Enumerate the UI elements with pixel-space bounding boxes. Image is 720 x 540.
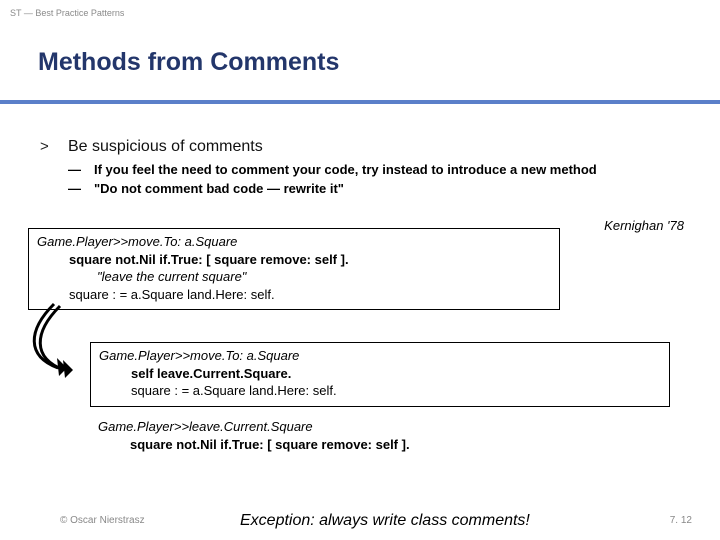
slide-title: Methods from Comments — [38, 48, 339, 77]
sub-dash: — — [68, 162, 94, 179]
code-signature: Game.Player>>move.To: a.Square — [37, 233, 551, 251]
code-line: square not.Nil if.True: [ square remove:… — [130, 436, 662, 454]
code-signature: Game.Player>>move.To: a.Square — [99, 347, 661, 365]
code-box-after-1: Game.Player>>move.To: a.Square self leav… — [90, 342, 670, 407]
sub-bullet-item: — "Do not comment bad code — rewrite it" — [68, 181, 668, 198]
sub-text: "Do not comment bad code — rewrite it" — [94, 181, 344, 198]
page-number: 7. 12 — [670, 515, 692, 526]
code-box-before: Game.Player>>move.To: a.Square square no… — [28, 228, 560, 310]
refactor-arrow-icon — [18, 300, 90, 390]
bullet-main: Be suspicious of comments — [68, 138, 263, 156]
code-box-after-2: Game.Player>>leave.Current.Square square… — [90, 416, 670, 459]
sub-bullet-item: — If you feel the need to comment your c… — [68, 162, 668, 179]
sub-bullet-list: — If you feel the need to comment your c… — [68, 162, 668, 200]
attribution: Kernighan '78 — [604, 218, 684, 233]
title-underline — [0, 100, 720, 104]
exception-note: Exception: always write class comments! — [240, 512, 530, 530]
code-comment: "leave the current square" — [97, 268, 551, 286]
sub-dash: — — [68, 181, 94, 198]
code-line: self leave.Current.Square. — [131, 365, 661, 383]
code-line: square : = a.Square land.Here: self. — [69, 286, 551, 304]
code-signature: Game.Player>>leave.Current.Square — [98, 418, 662, 436]
header-label: ST — Best Practice Patterns — [10, 8, 124, 18]
code-line: square not.Nil if.True: [ square remove:… — [69, 251, 551, 269]
copyright: © Oscar Nierstrasz — [60, 515, 145, 526]
code-line: square : = a.Square land.Here: self. — [131, 382, 661, 400]
sub-text: If you feel the need to comment your cod… — [94, 162, 597, 179]
bullet-marker: > — [40, 138, 49, 155]
